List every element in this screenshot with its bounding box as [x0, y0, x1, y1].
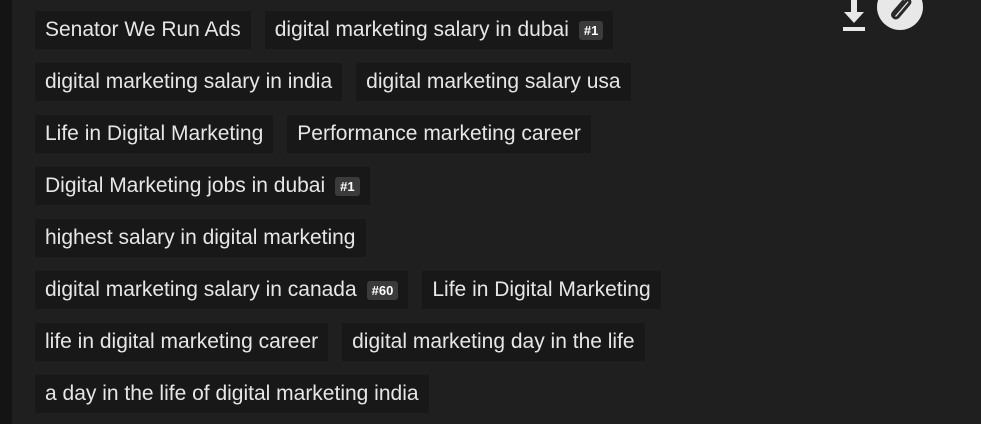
tag-label: a day in the life of digital marketing i…: [45, 382, 419, 405]
tag-chip[interactable]: digital marketing salary in india: [35, 63, 343, 101]
tag-chip[interactable]: digital marketing day in the life: [342, 323, 645, 361]
tag-chip[interactable]: Performance marketing career: [287, 115, 591, 153]
tag-label: digital marketing salary in india: [45, 70, 333, 93]
tag-label: Performance marketing career: [297, 122, 581, 145]
tag-chip[interactable]: Life in Digital Marketing: [422, 271, 661, 309]
rank-badge: #1: [335, 176, 360, 196]
tag-label: digital marketing day in the life: [352, 330, 635, 353]
rank-badge: #1: [578, 20, 604, 40]
tag-label: Life in Digital Marketing: [45, 122, 264, 145]
download-icon[interactable]: [841, 0, 867, 34]
tag-label: Life in Digital Marketing: [432, 278, 651, 301]
tag-chip[interactable]: Digital Marketing jobs in dubai #1: [35, 167, 370, 205]
tag-tools: [841, 0, 931, 38]
tag-label: digital marketing salary usa: [366, 70, 621, 93]
tag-chip[interactable]: digital marketing salary usa: [356, 63, 631, 101]
tag-chip[interactable]: Life in Digital Marketing: [35, 115, 274, 153]
tag-label: digital marketing salary in dubai: [274, 18, 569, 41]
tags-panel: Senator We Run Ads digital marketing sal…: [12, 0, 981, 424]
tag-label: life in digital marketing career: [45, 330, 319, 353]
tag-chip[interactable]: digital marketing salary in dubai #1: [264, 11, 614, 49]
tag-chip[interactable]: a day in the life of digital marketing i…: [35, 375, 429, 413]
tag-label: Digital Marketing jobs in dubai: [45, 174, 326, 197]
tag-chip[interactable]: life in digital marketing career: [35, 323, 329, 361]
paperclip-button[interactable]: [877, 0, 923, 30]
tag-list: Senator We Run Ads digital marketing sal…: [35, 11, 975, 413]
paperclip-icon: [891, 0, 912, 20]
tag-label: digital marketing salary in canada: [45, 278, 357, 301]
rank-badge: #60: [366, 280, 399, 300]
tag-label: highest salary in digital marketing: [45, 226, 356, 249]
tag-label: Senator We Run Ads: [45, 18, 241, 41]
tag-chip[interactable]: digital marketing salary in canada #60: [35, 271, 409, 309]
tag-chip[interactable]: highest salary in digital marketing: [35, 219, 366, 257]
tag-chip[interactable]: Senator We Run Ads: [35, 11, 251, 49]
